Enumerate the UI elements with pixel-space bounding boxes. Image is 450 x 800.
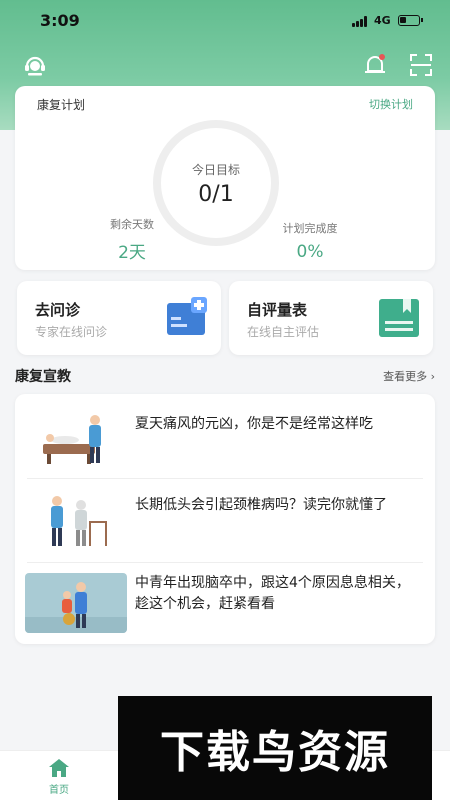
status-bar: 3:09 4G [0,0,450,44]
watermark: 下载鸟资源 [118,696,432,800]
education-header: 康复宣教 查看更多 › [15,366,435,386]
headset-icon[interactable] [22,52,48,78]
consult-card[interactable]: 去问诊 专家在线问诊 [17,281,221,355]
article-list: 夏天痛风的元凶，你是不是经常这样吃 长期低头会引起颈椎病吗？读完你就懂了 中青年… [15,394,435,644]
article-thumbnail [25,491,127,551]
plan-title: 康复计划 [37,98,86,112]
network-label: 4G [374,14,391,27]
bookmark-form-icon [379,299,419,337]
watermark-text: 下载鸟资源 [160,727,390,778]
status-time: 3:09 [40,11,80,30]
article-thumbnail [25,573,127,633]
consult-title: 去问诊 [35,301,81,319]
bell-icon[interactable] [362,52,388,78]
self-assessment-card[interactable]: 自评量表 在线自主评估 [229,281,433,355]
days-left-label: 剩余天数 [110,218,154,231]
article-title: 中青年出现脑卒中，跟这4个原因息息相关，趁这个机会，赶紧看看 [135,575,410,612]
consult-subtitle: 专家在线问诊 [35,325,108,339]
switch-plan-link[interactable]: 切换计划 [369,96,413,112]
view-more-link[interactable]: 查看更多 › [383,368,435,384]
signal-icon [352,16,370,27]
days-left-stat: 剩余天数 2天 [77,216,187,263]
list-item[interactable]: 中青年出现脑卒中，跟这4个原因息息相关，趁这个机会，赶紧看看 [15,563,435,643]
today-goal-value: 0/1 [198,182,234,207]
completion-value: 0% [296,242,324,262]
article-title: 长期低头会引起颈椎病吗？读完你就懂了 [135,497,387,513]
today-goal-label: 今日目标 [191,163,240,177]
days-left-value: 2天 [118,243,146,263]
article-thumbnail [25,408,127,468]
rehab-plan-card: 康复计划 切换计划 今日目标 0/1 剩余天数 2天 计划完成度 0% [15,86,435,270]
self-assessment-title: 自评量表 [247,301,308,319]
completion-label: 计划完成度 [282,222,338,235]
home-icon[interactable] [48,757,70,779]
list-item[interactable]: 夏天痛风的元凶，你是不是经常这样吃 [15,394,435,478]
article-title: 夏天痛风的元凶，你是不是经常这样吃 [135,416,373,432]
battery-icon [398,15,423,26]
education-title: 康复宣教 [15,369,71,385]
completion-stat: 计划完成度 0% [255,220,365,262]
self-assessment-subtitle: 在线自主评估 [247,325,320,339]
scan-icon[interactable] [408,52,434,78]
tab-home-label[interactable]: 首页 [40,781,78,796]
clipboard-plus-icon [167,297,207,335]
list-item[interactable]: 长期低头会引起颈椎病吗？读完你就懂了 [15,479,435,561]
